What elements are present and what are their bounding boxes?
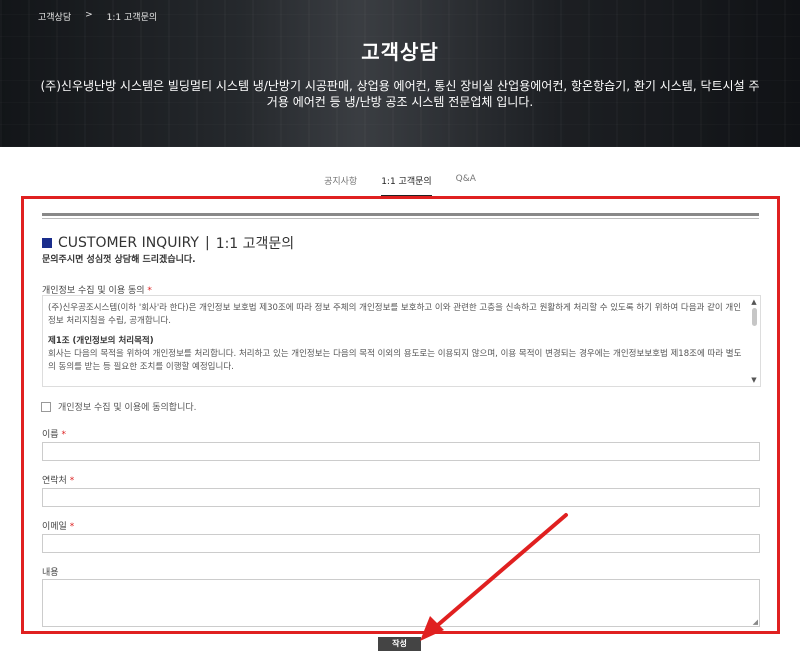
highlight-frame: CUSTOMER INQUIRY | 1:1 고객문의 문의주시면 성심껏 상담… [21,196,780,634]
tab-inquiry[interactable]: 1:1 고객문의 [381,174,432,196]
hero-banner: 고객상담 > 1:1 고객문의 고객상담 (주)신우냉난방 시스템은 빌딩멀티 … [0,0,800,147]
scroll-down-icon[interactable]: ▼ [750,376,758,384]
tab-qna[interactable]: Q&A [456,174,476,196]
required-mark: * [61,430,66,440]
phone-input[interactable] [42,488,760,507]
email-label: 이메일 * [42,519,74,532]
required-mark: * [69,522,75,532]
agree-checkbox[interactable] [41,401,51,412]
content-label-text: 내용 [42,568,59,578]
title-square-icon [42,238,52,248]
privacy-text: 회사는 다음의 목적을 위하여 개인정보를 처리합니다. 처리하고 있는 개인정… [48,349,742,372]
resize-handle-icon[interactable]: ◢ [753,618,758,626]
hero-description: (주)신우냉난방 시스템은 빌딩멀티 시스템 냉/난방기 시공판매, 상업용 에… [40,79,760,109]
required-mark: * [69,476,75,486]
privacy-section-title: 제1조 (개인정보의 처리목적) [48,336,154,346]
title-separator: | [204,235,210,251]
breadcrumb-current[interactable]: 1:1 고객문의 [107,10,157,23]
title-en: CUSTOMER INQUIRY [58,235,199,251]
name-label-text: 이름 [42,430,59,440]
title-ko: 1:1 고객문의 [215,236,295,252]
scroll-up-icon[interactable]: ▲ [750,298,758,306]
agree-label: 개인정보 수집 및 이용에 동의합니다. [58,403,197,413]
name-input[interactable] [42,442,760,461]
tab-notice[interactable]: 공지사항 [324,174,357,196]
phone-label-text: 연락처 [42,476,67,486]
privacy-policy-box[interactable]: (주)신우공조시스템(이하 '회사'라 한다)은 개인정보 보호법 제30조에 … [42,295,761,387]
submit-button[interactable]: 작성 [378,637,421,651]
page-title: 고객상담 [361,40,439,64]
name-label: 이름 * [42,427,66,440]
agree-checkbox-row[interactable]: 개인정보 수집 및 이용에 동의합니다. [41,400,197,413]
breadcrumb-home[interactable]: 고객상담 [38,10,71,23]
divider [42,213,759,219]
email-label-text: 이메일 [42,522,67,532]
breadcrumb: 고객상담 > 1:1 고객문의 [38,10,157,23]
phone-label: 연락처 * [42,473,74,486]
email-input[interactable] [42,534,760,553]
scroll-thumb[interactable] [751,308,757,326]
content-textarea[interactable]: ◢ [42,579,760,627]
inquiry-title: CUSTOMER INQUIRY | 1:1 고객문의 [42,233,294,253]
breadcrumb-separator: > [85,10,93,20]
privacy-text: (주)신우공조시스템(이하 '회사'라 한다)은 개인정보 보호법 제30조에 … [48,303,742,326]
tab-bar: 공지사항 1:1 고객문의 Q&A [0,174,800,196]
scrollbar[interactable]: ▲ ▼ [750,298,758,384]
content-label: 내용 [42,565,59,578]
inquiry-subtitle: 문의주시면 성심껏 상담해 드리겠습니다. [42,255,196,265]
